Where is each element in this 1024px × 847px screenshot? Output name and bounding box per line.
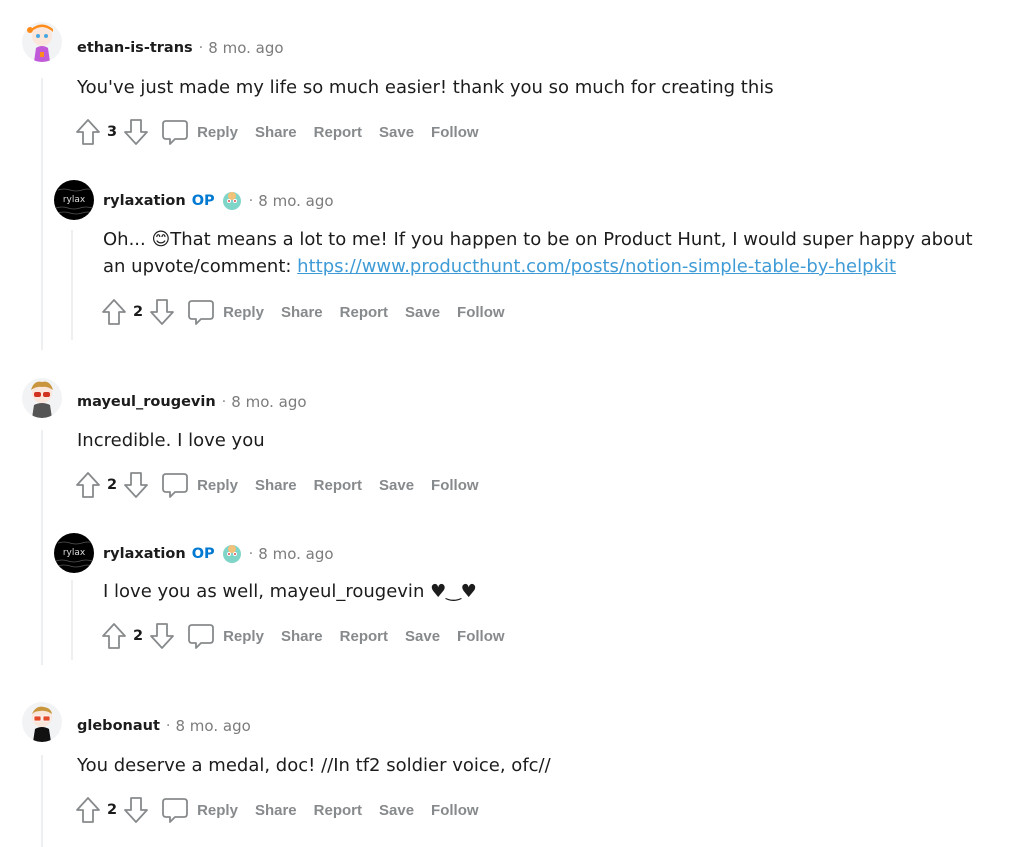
reply-button[interactable]: Reply <box>197 124 238 141</box>
upvote-icon[interactable] <box>75 118 101 146</box>
comment-body: Incredible. I love you <box>77 430 265 451</box>
thread-line[interactable] <box>41 78 43 350</box>
comment-body: You've just made my life so much easier!… <box>77 77 774 98</box>
avatar[interactable] <box>22 702 62 742</box>
report-button[interactable]: Report <box>340 304 388 321</box>
thread-line[interactable] <box>41 430 43 665</box>
upvote-icon[interactable] <box>101 622 127 650</box>
snoo-avatar-icon <box>27 24 53 62</box>
report-button[interactable]: Report <box>314 802 362 819</box>
username[interactable]: glebonaut <box>77 718 160 734</box>
snoo-flair-icon <box>222 192 241 210</box>
username[interactable]: mayeul_rougevin <box>77 394 216 410</box>
reply-button[interactable]: Reply <box>197 477 238 494</box>
avatar[interactable] <box>22 378 62 418</box>
report-button[interactable]: Report <box>314 124 362 141</box>
save-button[interactable]: Save <box>379 802 414 819</box>
share-button[interactable]: Share <box>255 802 297 819</box>
save-button[interactable]: Save <box>379 124 414 141</box>
op-badge: OP <box>191 193 215 209</box>
downvote-icon[interactable] <box>123 471 149 499</box>
save-button[interactable]: Save <box>405 304 440 321</box>
save-button[interactable]: Save <box>379 477 414 494</box>
follow-button[interactable]: Follow <box>457 304 505 321</box>
snoo-flair-icon <box>222 545 241 563</box>
timestamp[interactable]: 8 mo. ago <box>258 192 333 210</box>
vote-score: 2 <box>107 802 118 818</box>
svg-text:rylax: rylax <box>63 195 86 205</box>
comment-body: I love you as well, mayeul_rougevin ♥‿♥ <box>103 581 477 602</box>
timestamp[interactable]: 8 mo. ago <box>208 39 283 57</box>
share-button[interactable]: Share <box>255 124 297 141</box>
comment-icon[interactable] <box>187 298 215 326</box>
timestamp[interactable]: 8 mo. ago <box>231 393 306 411</box>
comment-icon[interactable] <box>161 471 189 499</box>
producthunt-link[interactable]: https://www.producthunt.com/posts/notion… <box>297 256 896 277</box>
username[interactable]: ethan-is-trans <box>77 40 193 56</box>
thread-line[interactable] <box>71 580 73 660</box>
comment-icon[interactable] <box>161 796 189 824</box>
downvote-icon[interactable] <box>149 298 175 326</box>
body-text: an upvote/comment: <box>103 256 298 277</box>
username[interactable]: rylaxation <box>103 546 186 562</box>
comment-body: Oh... 😊That means a lot to me! If you ha… <box>103 226 973 280</box>
op-badge: OP <box>191 546 215 562</box>
reply-button[interactable]: Reply <box>223 304 264 321</box>
separator: · <box>221 394 227 410</box>
vote-score: 2 <box>133 304 144 320</box>
separator: · <box>248 193 254 209</box>
separator: · <box>198 40 204 56</box>
upvote-icon[interactable] <box>75 471 101 499</box>
downvote-icon[interactable] <box>123 796 149 824</box>
vote-score: 3 <box>107 124 118 140</box>
vote-score: 2 <box>107 477 118 493</box>
svg-text:rylax: rylax <box>63 548 86 558</box>
username[interactable]: rylaxation <box>103 193 186 209</box>
report-button[interactable]: Report <box>314 477 362 494</box>
comment-icon[interactable] <box>161 118 189 146</box>
rylax-avatar-icon: rylax <box>55 541 94 568</box>
avatar[interactable]: rylax <box>54 533 94 573</box>
downvote-icon[interactable] <box>123 118 149 146</box>
reply-button[interactable]: Reply <box>197 802 238 819</box>
comment-body: You deserve a medal, doc! //In tf2 soldi… <box>77 755 551 776</box>
follow-button[interactable]: Follow <box>431 477 479 494</box>
follow-button[interactable]: Follow <box>431 124 479 141</box>
body-text: Oh... <box>103 229 152 250</box>
report-button[interactable]: Report <box>340 628 388 645</box>
reply-button[interactable]: Reply <box>223 628 264 645</box>
rylax-avatar-icon: rylax <box>55 188 94 215</box>
vote-score: 2 <box>133 628 144 644</box>
share-button[interactable]: Share <box>281 304 323 321</box>
timestamp[interactable]: 8 mo. ago <box>258 545 333 563</box>
timestamp[interactable]: 8 mo. ago <box>176 717 251 735</box>
share-button[interactable]: Share <box>281 628 323 645</box>
save-button[interactable]: Save <box>405 628 440 645</box>
avatar[interactable]: rylax <box>54 180 94 220</box>
avatar[interactable] <box>22 22 62 62</box>
smile-emoji: 😊 <box>151 229 171 250</box>
upvote-icon[interactable] <box>75 796 101 824</box>
separator: · <box>165 718 171 734</box>
thread-line[interactable] <box>41 755 43 847</box>
snoo-avatar-icon <box>32 706 52 742</box>
comment-icon[interactable] <box>187 622 215 650</box>
thread-line[interactable] <box>71 230 73 340</box>
upvote-icon[interactable] <box>101 298 127 326</box>
snoo-avatar-icon <box>31 381 53 418</box>
body-text: That means a lot to me! If you happen to… <box>170 229 973 250</box>
separator: · <box>248 546 254 562</box>
share-button[interactable]: Share <box>255 477 297 494</box>
follow-button[interactable]: Follow <box>431 802 479 819</box>
downvote-icon[interactable] <box>149 622 175 650</box>
follow-button[interactable]: Follow <box>457 628 505 645</box>
